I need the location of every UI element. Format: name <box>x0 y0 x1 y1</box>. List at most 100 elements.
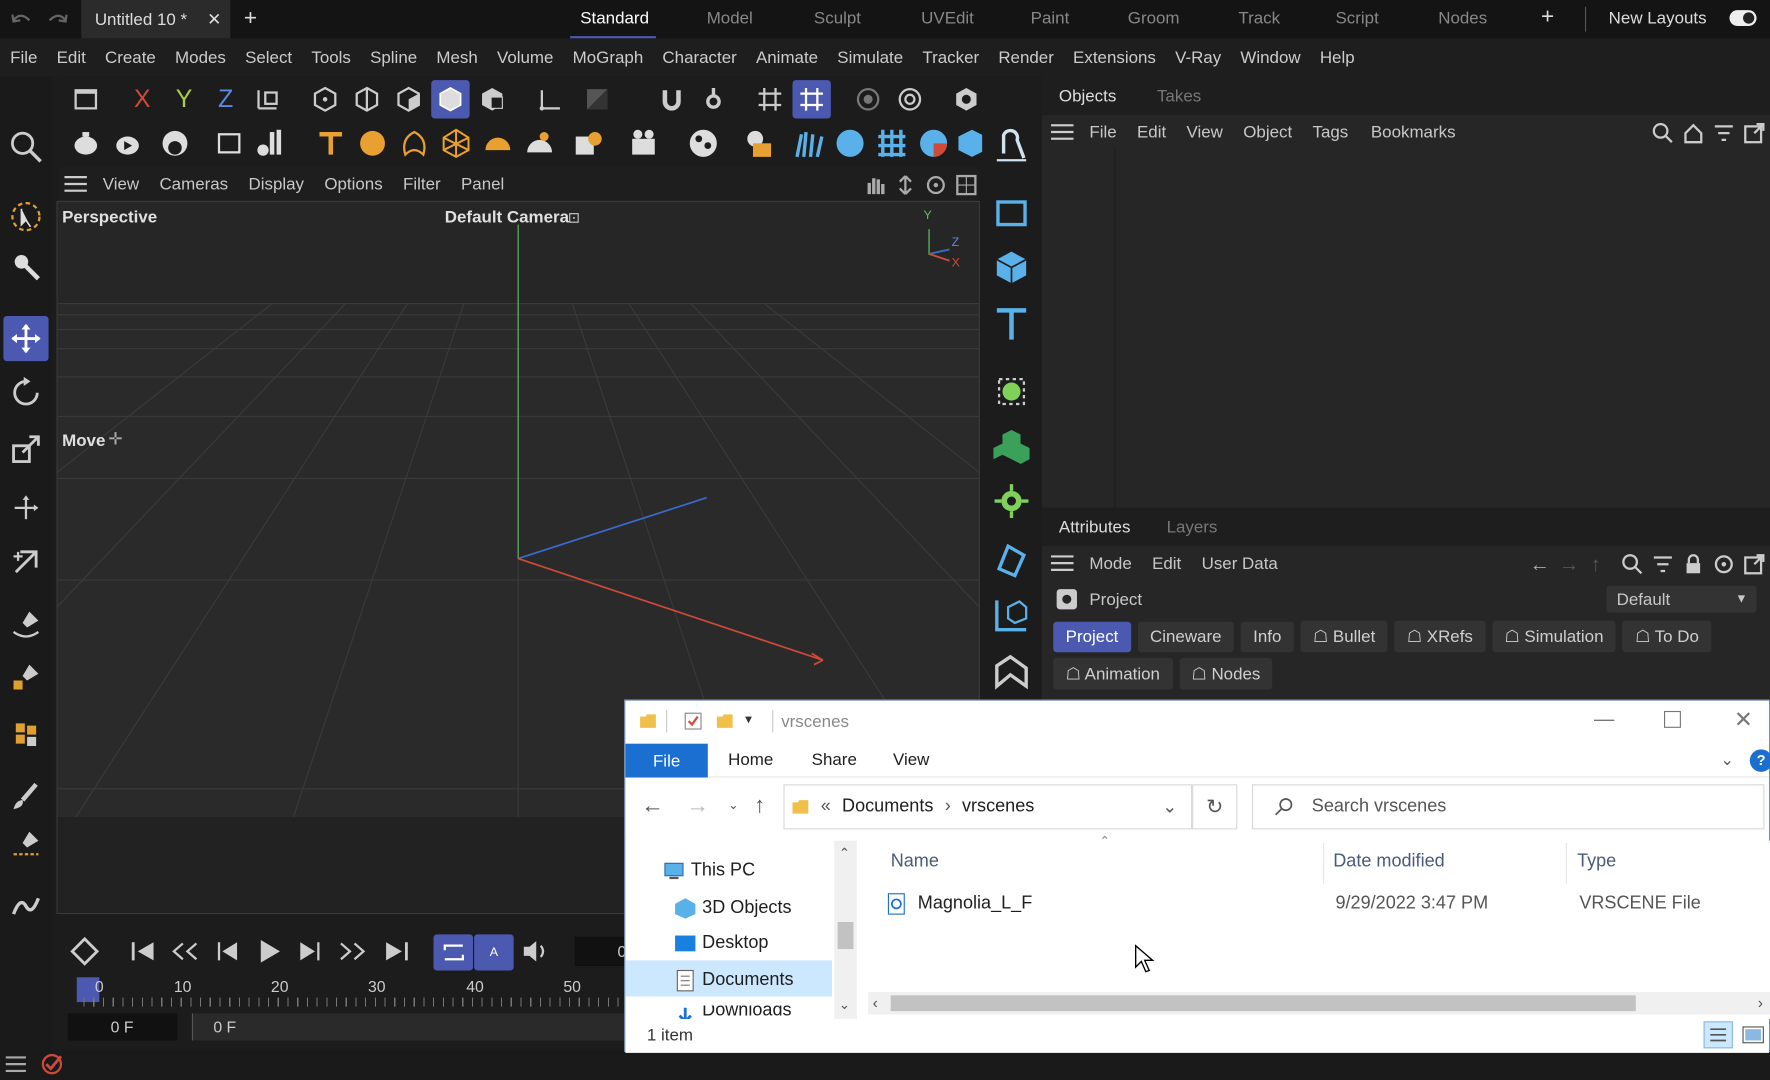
transform-tool-icon[interactable] <box>3 485 48 530</box>
attr-tab-todo[interactable]: ☖ To Do <box>1622 620 1712 653</box>
attr-tab-simulation[interactable]: ☖ Simulation <box>1492 620 1616 653</box>
attributes-menu-userdata[interactable]: User Data <box>1202 554 1278 573</box>
fluid-icon[interactable] <box>831 124 869 162</box>
solo-icon[interactable] <box>578 80 616 118</box>
snap-magnet-icon[interactable] <box>653 80 691 118</box>
render-region-icon[interactable] <box>849 80 887 118</box>
sun-icon[interactable] <box>520 124 558 162</box>
ribbon-share[interactable]: Share <box>812 750 857 769</box>
scene-icon[interactable] <box>569 124 607 162</box>
attributes-new-window-icon[interactable] <box>1743 553 1766 576</box>
render-active-icon[interactable] <box>108 124 146 162</box>
spline-smooth-icon[interactable] <box>3 884 48 929</box>
polygon-pen-icon[interactable] <box>3 711 48 756</box>
attributes-filter-icon[interactable] <box>1652 553 1675 576</box>
table-row[interactable]: Magnolia_L_F 9/29/2022 3:47 PM VRSCENE F… <box>886 888 1767 920</box>
breadcrumb-documents[interactable]: Documents <box>842 797 933 817</box>
tab-objects[interactable]: Objects <box>1059 86 1116 105</box>
snap-settings-icon[interactable] <box>694 80 732 118</box>
deformer-icon[interactable] <box>988 537 1035 584</box>
objects-hamburger-icon[interactable] <box>1051 124 1074 140</box>
effector-icon[interactable] <box>988 477 1035 524</box>
maximize-view-icon[interactable] <box>955 174 978 197</box>
y-axis-lock[interactable]: Y <box>165 80 203 118</box>
nav-desktop[interactable]: Desktop <box>673 933 768 953</box>
camera-label[interactable]: Default Camera <box>445 208 569 227</box>
camera-icon[interactable] <box>625 124 663 162</box>
minimize-icon[interactable]: — <box>1594 708 1614 732</box>
play-icon[interactable] <box>257 939 282 964</box>
breadcrumb-overflow[interactable]: « <box>821 797 831 817</box>
orbit-icon[interactable] <box>925 174 948 197</box>
spline-pen-icon[interactable] <box>3 601 48 646</box>
model-mode-icon[interactable] <box>431 80 470 119</box>
viewport-menu-filter[interactable]: Filter <box>403 174 441 193</box>
up-icon[interactable]: ↑ <box>754 793 765 819</box>
menu-extensions[interactable]: Extensions <box>1073 48 1156 67</box>
brush-icon[interactable] <box>3 774 48 819</box>
frame-range-bar[interactable]: 0 F <box>191 1013 626 1041</box>
menu-tracker[interactable]: Tracker <box>922 48 979 67</box>
attributes-menu-edit[interactable]: Edit <box>1152 554 1181 573</box>
address-dropdown-icon[interactable]: ⌄ <box>1162 796 1177 819</box>
add-layout-icon[interactable]: + <box>1541 5 1554 31</box>
menu-animate[interactable]: Animate <box>756 48 818 67</box>
dolly-icon[interactable] <box>894 174 917 197</box>
document-tab[interactable]: Untitled 10 * ✕ <box>81 0 231 39</box>
attr-tab-cineware[interactable]: Cineware <box>1137 621 1234 653</box>
column-date-modified[interactable]: Date modified <box>1333 852 1444 872</box>
recent-locations-icon[interactable]: ⌄ <box>728 798 738 813</box>
ribbon-home[interactable]: Home <box>728 750 773 769</box>
teapot-icon[interactable] <box>67 124 105 162</box>
preset-dropdown[interactable]: Default ▼ <box>1606 585 1757 613</box>
next-key-icon[interactable] <box>339 941 366 961</box>
pie-icon[interactable] <box>914 124 952 162</box>
polygons-mode-icon[interactable] <box>389 80 427 118</box>
layout-paint[interactable]: Paint <box>1031 9 1070 28</box>
nav-scrollbar[interactable]: ⌃ ⌄ <box>834 840 857 1020</box>
close-icon[interactable]: ✕ <box>1734 705 1753 733</box>
back-arrow-icon[interactable]: ← <box>1530 553 1550 577</box>
objects-home-icon[interactable] <box>1682 122 1705 145</box>
expand-ribbon-icon[interactable]: ⌄ <box>1720 750 1733 769</box>
next-frame-icon[interactable] <box>298 941 321 961</box>
attr-tab-xrefs[interactable]: ☖ XRefs <box>1394 620 1486 653</box>
grass-icon[interactable] <box>789 124 827 162</box>
axis-mode-icon[interactable] <box>531 80 569 118</box>
menu-edit[interactable]: Edit <box>57 48 86 67</box>
voxel-icon[interactable] <box>873 124 911 162</box>
search-icon[interactable] <box>3 124 48 169</box>
grid-snap-icon[interactable] <box>751 80 789 118</box>
status-menu-icon[interactable] <box>5 1056 26 1073</box>
axis-tool-icon[interactable] <box>3 539 48 584</box>
x-axis-lock[interactable]: X <box>123 80 161 118</box>
nav-scroll-thumb[interactable] <box>837 921 854 950</box>
rectangle-spline-icon[interactable] <box>988 190 1035 237</box>
attr-tab-info[interactable]: Info <box>1240 621 1294 653</box>
attributes-menu-mode[interactable]: Mode <box>1089 554 1131 573</box>
spline-lasso-icon[interactable] <box>988 122 1035 169</box>
view-render-icon[interactable] <box>947 80 985 118</box>
tab-attributes[interactable]: Attributes <box>1059 517 1131 536</box>
prev-key-icon[interactable] <box>172 941 199 961</box>
viewport-menu-panel[interactable]: Panel <box>461 174 504 193</box>
keyframe-icon[interactable] <box>70 936 100 966</box>
lock-icon[interactable] <box>1682 553 1705 576</box>
tweak-tool-icon[interactable] <box>3 244 48 289</box>
attr-tab-project[interactable]: Project <box>1053 621 1131 653</box>
viewport-menu-options[interactable]: Options <box>324 174 382 193</box>
layout-standard[interactable]: Standard <box>580 9 649 28</box>
scroll-left-icon[interactable]: ‹ <box>873 993 878 1011</box>
render-queue-icon[interactable] <box>156 124 194 162</box>
layout-sculpt[interactable]: Sculpt <box>814 9 861 28</box>
nav-this-pc[interactable]: This PC <box>662 861 755 881</box>
field-icon[interactable] <box>988 591 1035 638</box>
coordinate-system-icon[interactable] <box>248 80 286 118</box>
horizontal-scroll-thumb[interactable] <box>890 995 1636 1012</box>
undo-history-icon[interactable] <box>67 80 105 118</box>
menu-mograph[interactable]: MoGraph <box>573 48 644 67</box>
menu-vray[interactable]: V-Ray <box>1175 48 1221 67</box>
scroll-down-icon[interactable]: ⌄ <box>839 996 850 1012</box>
nav-documents[interactable]: Documents <box>673 969 794 992</box>
menu-help[interactable]: Help <box>1320 48 1355 67</box>
